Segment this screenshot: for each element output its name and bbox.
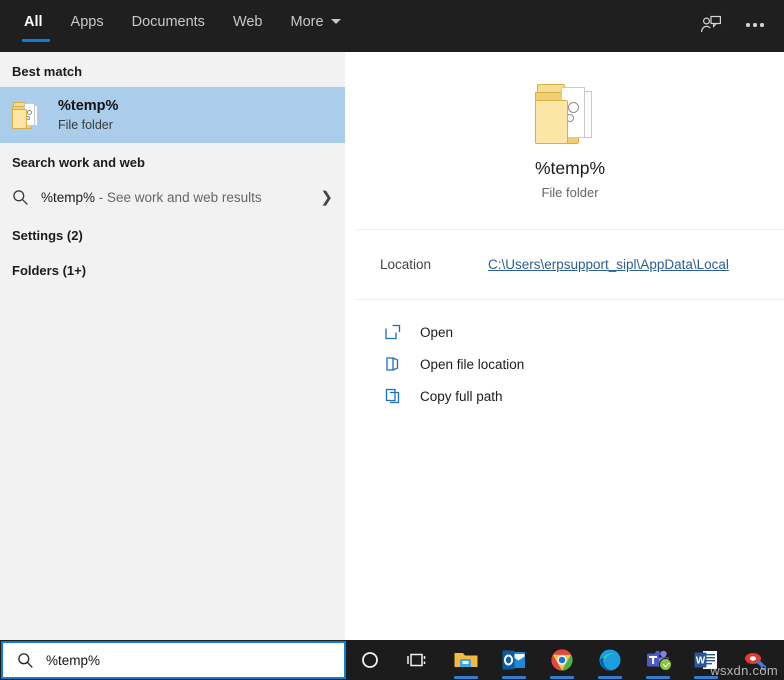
action-open-file-location-label: Open file location [420,356,525,372]
running-indicator [454,676,478,679]
tab-apps[interactable]: Apps [57,0,118,52]
cortana-icon [362,652,378,668]
taskbar-outlook-button[interactable] [490,640,538,680]
outlook-icon [502,650,525,670]
search-work-web-header: Search work and web [12,155,145,170]
search-input-value[interactable]: %temp% [46,653,100,668]
search-icon [18,652,33,668]
action-list: Open Open file location Copy full path [356,300,784,412]
open-folder-icon [386,357,399,371]
taskbar-file-explorer-button[interactable] [442,640,490,680]
svg-text:W: W [696,656,706,667]
action-copy-full-path[interactable]: Copy full path [356,380,784,412]
preview-title: %temp% [534,157,606,178]
taskbar-snipping-tool-button[interactable] [730,640,778,680]
windows-search-panel: All Apps Documents Web More Best match %… [0,0,784,680]
preview-header: %temp% File folder [356,52,784,230]
preview-subtitle: File folder [541,184,599,200]
location-row: Location C:\Users\erpsupport_sipl\AppDat… [356,230,784,300]
action-copy-full-path-label: Copy full path [420,388,503,404]
teams-status-badge [659,658,672,671]
tab-all[interactable]: All [10,0,57,52]
folders-header[interactable]: Folders (1+) [0,251,345,286]
best-match-header: Best match [12,64,83,79]
copy-icon [385,388,400,404]
action-open-file-location[interactable]: Open file location [356,348,784,380]
file-explorer-icon [454,653,478,667]
search-icon [13,189,28,205]
search-tabbar: All Apps Documents Web More [0,0,784,52]
location-link[interactable]: C:\Users\erpsupport_sipl\AppData\Local [488,257,729,272]
taskbar-task-view-button[interactable] [394,640,442,680]
task-view-icon [407,653,426,667]
overflow-menu-button[interactable] [736,8,774,42]
best-match-subtitle: File folder [58,117,113,132]
taskbar-icons: W [346,640,778,680]
preview-pane: %temp% File folder Location C:\Users\erp… [356,52,784,640]
web-result-query: %temp% [41,189,96,205]
edge-icon [599,649,621,671]
tab-list: All Apps Documents Web More [0,0,355,52]
folder-icon [12,101,44,129]
taskbar-edge-button[interactable] [586,640,634,680]
results-pane: Best match %temp% File folder Search wor… [0,52,345,640]
chevron-right-icon[interactable]: ❯ [320,188,333,206]
active-tab-underline [22,39,50,42]
running-indicator [598,676,622,679]
person-feedback-icon [701,15,721,33]
web-result-label: %temp% - See work and web results [41,190,320,205]
action-open[interactable]: Open [356,316,784,348]
snipping-tool-icon [745,653,766,671]
taskbar-cortana-button[interactable] [346,640,394,680]
running-indicator [646,676,670,679]
taskbar-word-button[interactable]: W [682,640,730,680]
tab-more[interactable]: More [277,0,355,52]
taskbar-chrome-button[interactable] [538,640,586,680]
settings-header[interactable]: Settings (2) [0,216,345,251]
best-match-text: %temp% File folder [58,97,118,134]
tab-web[interactable]: Web [219,0,277,52]
running-indicator [550,676,574,679]
tabbar-actions [692,8,774,42]
location-label: Location [380,257,432,272]
open-external-icon [385,324,401,340]
tab-apps-label: Apps [70,14,104,30]
taskbar-teams-button[interactable] [634,640,682,680]
web-result-suffix: - See work and web results [95,189,262,205]
running-indicator [502,676,526,679]
ellipsis-icon [746,23,764,27]
tab-documents-label: Documents [131,14,205,30]
folder-with-documents-icon [535,82,605,144]
feedback-button[interactable] [692,8,730,42]
best-match-title: %temp% [58,97,119,114]
tab-more-label: More [290,14,324,30]
taskbar-search-box[interactable]: %temp% [1,641,346,679]
chrome-icon [551,649,573,671]
chevron-down-icon [330,19,341,24]
tab-documents[interactable]: Documents [118,0,219,52]
web-result-item[interactable]: %temp% - See work and web results ❯ [0,178,345,216]
running-indicator [694,676,718,679]
action-open-label: Open [420,324,454,340]
best-match-item[interactable]: %temp% File folder [0,87,345,143]
taskbar: %temp% W wsxdn.com [0,640,784,680]
tab-web-label: Web [232,14,263,30]
tab-all-label: All [24,14,43,30]
word-icon: W [694,651,717,669]
